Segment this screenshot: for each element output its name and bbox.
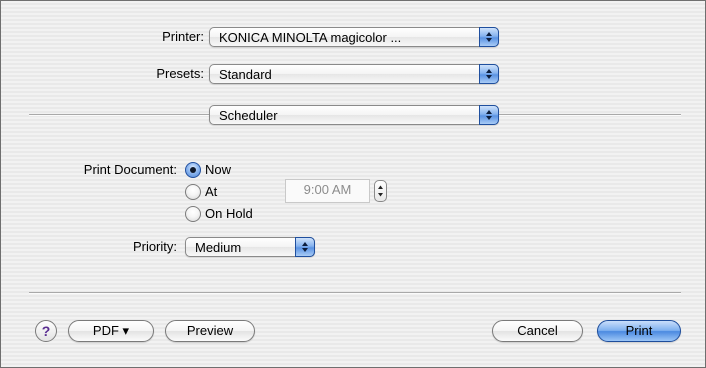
separator-right [499, 114, 681, 116]
popup-arrows-icon [295, 237, 315, 257]
radio-now[interactable] [185, 162, 201, 178]
panel-value: Scheduler [219, 108, 278, 123]
printer-value: KONICA MINOLTA magicolor ... [219, 30, 402, 45]
priority-value: Medium [195, 240, 242, 255]
priority-popup[interactable]: Medium [185, 237, 315, 257]
separator-left [29, 114, 209, 116]
print-button[interactable]: Print [597, 320, 681, 342]
stepper-arrows-icon [378, 185, 383, 197]
cancel-button[interactable]: Cancel [492, 320, 583, 342]
popup-arrows-icon [479, 27, 499, 47]
time-field[interactable]: 9:00 AM [285, 179, 370, 203]
radio-at-label: At [205, 184, 218, 199]
print-document-label: Print Document: [83, 162, 177, 177]
printer-label: Printer: [162, 29, 204, 44]
presets-popup[interactable]: Standard [209, 64, 499, 84]
popup-arrows-icon [479, 64, 499, 84]
popup-arrows-icon [479, 105, 499, 125]
presets-label: Presets: [156, 66, 204, 81]
bottom-separator [29, 292, 681, 294]
radio-at[interactable] [185, 184, 201, 200]
help-button[interactable]: ? [35, 320, 57, 342]
radio-on-hold-label: On Hold [205, 206, 253, 221]
time-stepper[interactable] [374, 180, 387, 202]
presets-value: Standard [219, 67, 272, 82]
radio-now-label: Now [205, 162, 232, 177]
printer-popup[interactable]: KONICA MINOLTA magicolor ... [209, 27, 499, 47]
panel-popup[interactable]: Scheduler [209, 105, 499, 125]
pdf-button[interactable]: PDF ▾ [68, 320, 154, 342]
preview-button[interactable]: Preview [165, 320, 255, 342]
priority-label: Priority: [132, 239, 177, 254]
radio-dot-icon [190, 167, 196, 173]
radio-on-hold[interactable] [185, 206, 201, 222]
print-dialog: Printer: KONICA MINOLTA magicolor ... Pr… [0, 0, 706, 368]
